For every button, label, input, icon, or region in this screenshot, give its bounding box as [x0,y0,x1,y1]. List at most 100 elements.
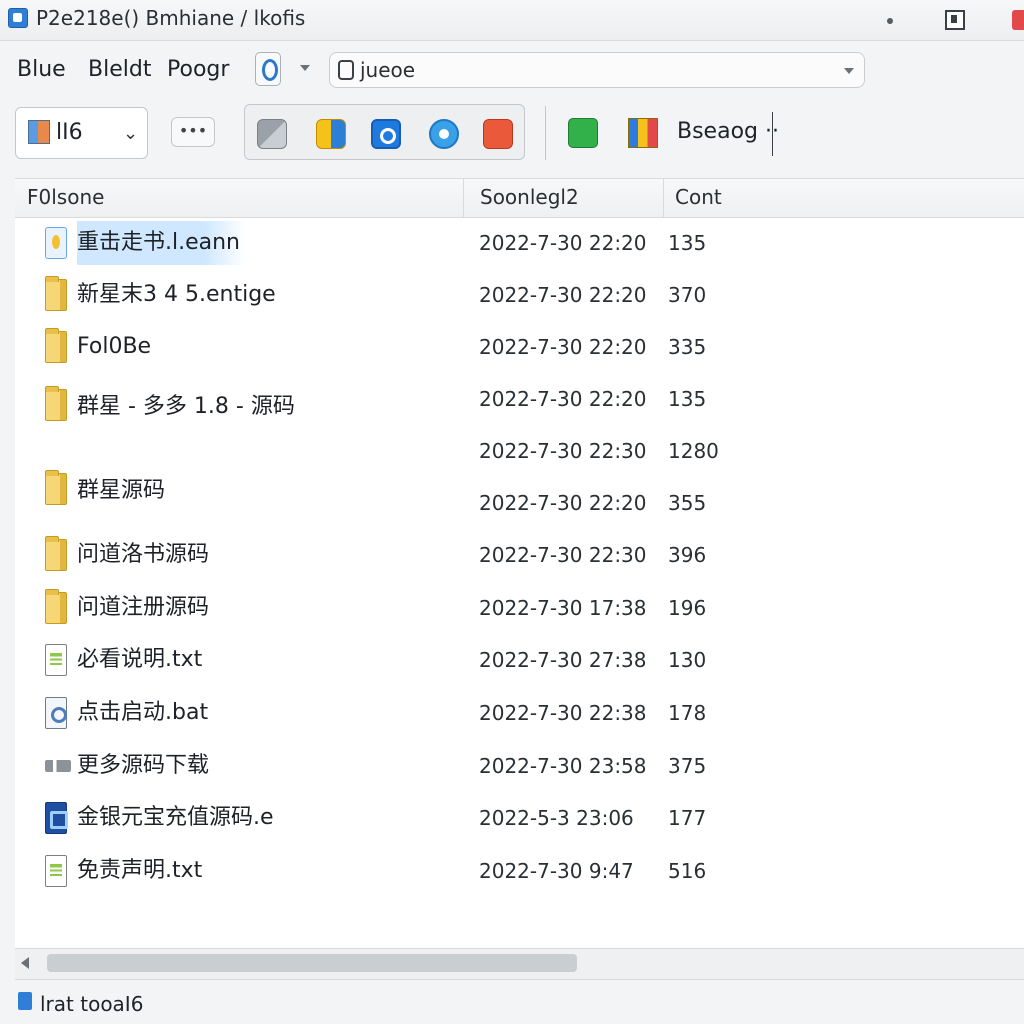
file-name: 点击启动.bat [77,700,209,725]
table-row[interactable]: 群星 - 多多 1.8 - 源码 2022-7-30 22:20 135 [15,375,1024,423]
menu-item-3[interactable]: Poogr [167,57,229,82]
text-file-icon [45,644,67,676]
view-label: lI6 [56,120,83,145]
file-date: 2022-7-30 22:20 [479,335,647,359]
view-icon [28,120,50,144]
folder-icon [45,536,67,571]
table-row[interactable]: 新星末3 4 5.entige 2022-7-30 22:20 370 [15,271,1024,319]
file-date: 2022-7-30 22:20 [479,283,647,307]
close-icon[interactable] [1012,10,1024,30]
file-manager-window: P2e218e() Bmhiane / lkofis Blue Bleldt P… [0,0,1024,1024]
table-row[interactable]: 2022-7-30 22:30 1280 [15,427,1024,475]
table-row[interactable]: Fol0Be 2022-7-30 22:20 335 [15,323,1024,371]
address-icon [338,60,354,80]
file-count: 196 [668,596,707,620]
circle-tool-icon[interactable] [429,119,459,149]
table-row[interactable]: 重击走书.l.eann 2022-7-30 22:20 135 [15,219,1024,267]
blocks-tool-icon[interactable] [628,118,658,148]
folder-icon [45,470,67,505]
file-date: 2022-7-30 17:38 [479,596,647,620]
toolbar-right-divider [772,112,773,156]
file-name [77,429,83,473]
file-name: 群星 - 多多 1.8 - 源码 [77,394,295,419]
status-bar: lrat tooaI6 [0,980,1024,1024]
tool-group [244,104,525,160]
horizontal-scrollbar[interactable] [15,948,1024,980]
green-tool-icon[interactable] [568,118,598,148]
file-date: 2022-7-30 22:20 [479,387,647,411]
address-text: jueoe [360,58,416,82]
file-count: 375 [668,754,707,778]
more-button[interactable]: ••• [171,117,215,147]
file-name: 群星源码 [77,478,166,503]
file-name: 重击走书.l.eann [77,221,247,265]
column-divider[interactable] [663,179,664,217]
file-count: 516 [668,859,707,883]
file-date: 2022-7-30 23:58 [479,754,647,778]
file-name: 问道注册源码 [77,595,210,620]
file-count: 335 [668,335,707,359]
table-row[interactable]: 点击启动.bat 2022-7-30 22:38 178 [15,689,1024,737]
text-file-icon [45,855,67,887]
file-count: 1280 [668,439,719,463]
file-date: 2022-7-30 22:30 [479,439,647,463]
table-row[interactable]: 更多源码下载 2022-7-30 23:58 375 [15,742,1024,790]
selected-file-icon [45,227,67,259]
file-count: 130 [668,648,707,672]
table-row[interactable]: 金银元宝充值源码.e 2022-5-3 23:06 177 [15,794,1024,842]
file-date: 2022-7-30 22:30 [479,543,647,567]
file-count: 177 [668,806,707,830]
file-date: 2022-5-3 23:06 [479,806,634,830]
table-row[interactable]: 群星源码 2022-7-30 22:20 355 [15,470,1024,527]
view-select[interactable]: lI6 ⌄ [15,107,148,159]
address-dropdown-icon[interactable] [844,68,854,74]
scroll-thumb[interactable] [47,954,577,972]
table-row[interactable]: 必看说明.txt 2022-7-30 27:38 130 [15,636,1024,684]
file-name: 金银元宝充值源码.e [77,805,274,830]
file-count: 396 [668,543,707,567]
window-title: P2e218e() Bmhiane / lkofis [36,6,306,30]
file-count: 178 [668,701,707,725]
shortcut-icon [45,760,71,772]
navigation-dropdown-icon[interactable] [300,65,310,71]
file-date: 2022-7-30 22:20 [479,491,647,515]
open-folder-icon[interactable] [257,119,287,149]
file-list: F0lsone Soonlegl2 Cont 重击走书.l.eann 2022-… [15,178,1024,949]
file-name: 必看说明.txt [77,647,203,672]
column-divider[interactable] [463,179,464,217]
file-name: 问道洛书源码 [77,542,210,567]
file-name: 新星末3 4 5.entige [77,282,276,307]
toolbar-divider [545,106,546,160]
scroll-left-icon[interactable] [21,957,29,969]
file-date: 2022-7-30 22:38 [479,701,647,725]
menu-item-1[interactable]: Blue [17,57,66,82]
table-row[interactable]: 问道洛书源码 2022-7-30 22:30 396 [15,531,1024,579]
o-tool-icon[interactable] [371,119,401,149]
maximize-icon[interactable] [945,10,965,30]
file-date: 2022-7-30 9:47 [479,859,634,883]
minimize-icon[interactable] [887,18,893,24]
toolbar-right-label[interactable]: Bseaog ·· [677,119,779,144]
column-date[interactable]: Soonlegl2 [480,185,579,209]
folder-icon [45,328,67,363]
file-count: 135 [668,387,707,411]
column-count[interactable]: Cont [675,185,722,209]
file-date: 2022-7-30 22:20 [479,231,647,255]
app-icon [8,8,28,28]
menu-item-2[interactable]: Bleldt [88,57,151,82]
table-row[interactable]: 免责声明.txt 2022-7-30 9:47 516 [15,847,1024,895]
column-header: F0lsone Soonlegl2 Cont [15,179,1024,218]
file-name: 免责声明.txt [77,858,203,883]
file-date: 2022-7-30 27:38 [479,648,647,672]
file-name: Fol0Be [77,334,152,359]
address-bar[interactable]: jueoe [329,52,865,88]
file-count: 370 [668,283,707,307]
red-tool-icon[interactable] [483,119,513,149]
navigation-icon[interactable] [255,52,281,86]
table-row[interactable]: 问道注册源码 2022-7-30 17:38 196 [15,584,1024,632]
column-name[interactable]: F0lsone [27,185,104,209]
chevron-down-icon: ⌄ [123,123,139,144]
windows-icon[interactable] [316,119,346,149]
file-count: 355 [668,491,707,515]
title-bar: P2e218e() Bmhiane / lkofis [0,0,1024,41]
